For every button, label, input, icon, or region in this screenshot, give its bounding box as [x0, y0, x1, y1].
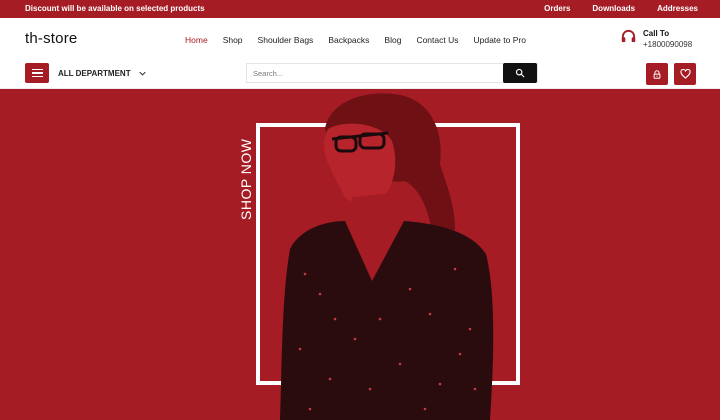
menu-button[interactable] — [25, 63, 49, 83]
hero-banner: SHOP NOW — [0, 89, 720, 420]
main-nav: Home Shop Shoulder Bags Backpacks Blog C… — [185, 35, 526, 45]
nav-item-update-to-pro[interactable]: Update to Pro — [473, 35, 525, 45]
wishlist-button[interactable] — [674, 63, 696, 85]
call-title: Call To — [643, 29, 670, 38]
hamburger-icon-line — [31, 72, 43, 74]
hamburger-icon-line — [31, 75, 43, 78]
nav-item-shoulder-bags[interactable]: Shoulder Bags — [258, 35, 314, 45]
addresses-link[interactable]: Addresses — [657, 4, 698, 13]
chevron-down-icon — [138, 71, 146, 76]
nav-item-shop[interactable]: Shop — [223, 35, 243, 45]
nav-item-blog[interactable]: Blog — [384, 35, 401, 45]
orders-link[interactable]: Orders — [544, 4, 570, 13]
search-input[interactable] — [247, 64, 505, 82]
call-number[interactable]: +1800090098 — [643, 39, 692, 50]
hamburger-icon — [31, 68, 43, 71]
hero-model-image — [280, 93, 494, 420]
department-dropdown[interactable]: ALL DEPARTMENT — [58, 69, 146, 78]
call-text: Call To +1800090098 — [643, 28, 692, 50]
account-links: Orders Downloads Addresses — [544, 4, 698, 13]
site-logo[interactable]: th-store — [25, 30, 77, 47]
heart-icon — [679, 69, 691, 79]
top-bar: Discount will be available on selected p… — [0, 0, 720, 18]
account-button[interactable] — [646, 63, 668, 85]
nav-item-contact-us[interactable]: Contact Us — [416, 35, 458, 45]
shop-now-link[interactable]: SHOP NOW — [238, 138, 254, 220]
search-box — [246, 63, 538, 83]
department-label: ALL DEPARTMENT — [58, 69, 131, 78]
site-header: th-store Home Shop Shoulder Bags Backpac… — [0, 18, 720, 60]
search-button[interactable] — [503, 63, 537, 83]
search-icon — [515, 68, 525, 78]
downloads-link[interactable]: Downloads — [592, 4, 635, 13]
lock-icon — [653, 69, 661, 79]
call-block: Call To +1800090098 — [620, 28, 692, 50]
category-toolbar: ALL DEPARTMENT — [0, 60, 720, 89]
nav-item-home[interactable]: Home — [185, 35, 208, 45]
nav-item-backpacks[interactable]: Backpacks — [328, 35, 369, 45]
promo-text: Discount will be available on selected p… — [25, 4, 205, 13]
headphones-icon — [620, 28, 637, 50]
